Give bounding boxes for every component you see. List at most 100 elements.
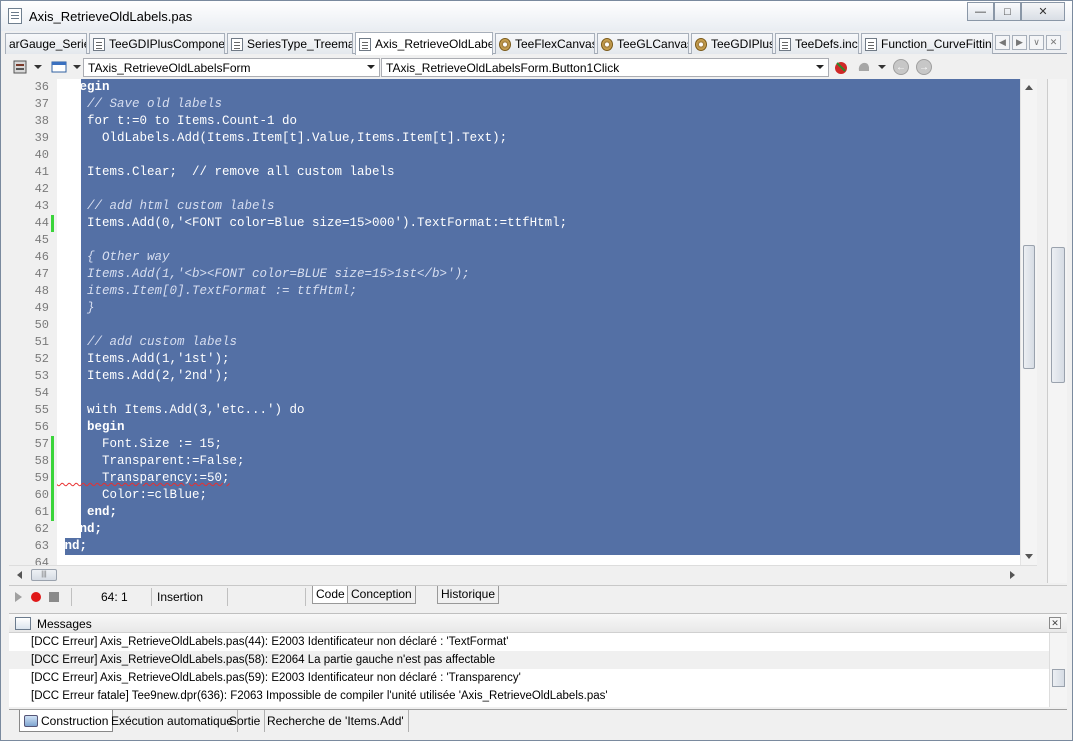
chevron-down-icon[interactable]	[34, 65, 42, 69]
edit-mode: Insertion	[157, 590, 204, 604]
tab-label: Sortie	[229, 714, 261, 728]
message-item[interactable]: [DCC Erreur] Axis_RetrieveOldLabels.pas(…	[9, 669, 1049, 687]
scroll-left-icon[interactable]	[17, 571, 22, 579]
code-line-text: // add html custom labels	[57, 199, 275, 213]
code-line-text: for t:=0 to Items.Count-1 do	[57, 114, 298, 128]
code-toolbar: TAxis_RetrieveOldLabelsForm TAxis_Retrie…	[7, 56, 1067, 78]
chevron-down-icon	[367, 65, 375, 69]
editor-horizontal-scrollbar[interactable]: |||	[9, 565, 1037, 583]
navigate-back-button[interactable]: ←	[893, 59, 909, 75]
line-number: 58	[34, 454, 49, 468]
scrollbar-thumb[interactable]	[1023, 245, 1035, 369]
messages-tab-bar: Construction Exécution automatique Sorti…	[9, 709, 1067, 733]
message-item[interactable]: [DCC Erreur fatale] Tee9new.dpr(636): F2…	[9, 687, 1049, 705]
tab-label: arGauge_Series	[9, 37, 86, 51]
code-line-text: // add custom labels	[57, 335, 238, 349]
tab-execution-automatique[interactable]: Exécution automatique	[107, 710, 239, 732]
tab-axis-retrieveoldlabels[interactable]: Axis_RetrieveOldLabels	[355, 32, 493, 55]
tab-scroll-left-button[interactable]: ◀	[995, 35, 1010, 50]
line-number: 46	[34, 250, 49, 264]
navigate-forward-button[interactable]: →	[916, 59, 932, 75]
code-editor[interactable]: 36 37 38 39 40 41 42 43 44 45 46 47 48 4…	[9, 79, 1037, 565]
message-item[interactable]: [DCC Erreur] Axis_RetrieveOldLabels.pas(…	[9, 633, 1049, 651]
code-line-text: Font.Size := 15;	[57, 437, 223, 451]
divider	[151, 588, 152, 606]
code-line-text: Color:=clBlue;	[57, 488, 208, 502]
tab-scroll-right-button[interactable]: ▶	[1012, 35, 1027, 50]
title-bar: Axis_RetrieveOldLabels.pas — □ ✕	[1, 1, 1072, 31]
tab-label: Axis_RetrieveOldLabels	[375, 37, 493, 51]
code-text-area[interactable]: begin // Save old labels for t:=0 to Ite…	[57, 79, 1020, 565]
tab-seriestype-treemap[interactable]: SeriesType_Treemap	[227, 33, 353, 54]
scrollbar-thumb[interactable]: |||	[31, 569, 57, 581]
code-line: items.Item[0].TextFormat := ttfHtml;	[57, 283, 1020, 300]
code-line: Items.Clear; // remove all custom labels	[57, 164, 1020, 181]
scrollbar-thumb[interactable]	[1052, 669, 1065, 687]
minimize-button[interactable]: —	[967, 2, 994, 21]
code-line-text: Items.Add(2,'2nd');	[57, 369, 230, 383]
chevron-down-icon	[816, 65, 824, 69]
close-button[interactable]: ✕	[1021, 2, 1065, 21]
code-line: OldLabels.Add(Items.Item[t].Value,Items.…	[57, 130, 1020, 147]
tab-historique[interactable]: Historique	[437, 586, 500, 604]
chevron-down-icon[interactable]	[73, 65, 81, 69]
divider	[227, 588, 228, 606]
tab-teedefs-inc[interactable]: TeeDefs.inc	[775, 33, 859, 54]
tab-teegdiplus[interactable]: TeeGDIPlus	[691, 33, 773, 54]
tab-label: Function_CurveFitting	[881, 37, 993, 51]
code-line: Items.Add(1,'<b><FONT color=BLUE size=15…	[57, 266, 1020, 283]
code-line: // add custom labels	[57, 334, 1020, 351]
tab-list-dropdown-button[interactable]: ∨	[1029, 35, 1044, 50]
tab-function-curvefitting[interactable]: Function_CurveFitting	[861, 33, 993, 54]
tab-close-button[interactable]: ✕	[1046, 35, 1061, 50]
line-number: 64	[34, 556, 49, 565]
outer-vertical-scrollbar[interactable]	[1047, 79, 1067, 583]
tab-construction[interactable]: Construction	[19, 710, 114, 732]
tab-sortie[interactable]: Sortie	[225, 710, 266, 732]
tab-teeflexcanvas[interactable]: TeeFlexCanvas	[495, 33, 595, 54]
structure-view-icon[interactable]	[12, 59, 28, 75]
editor-vertical-scrollbar[interactable]	[1020, 79, 1037, 565]
code-line: Items.Add(0,'<FONT color=Blue size=15>00…	[57, 215, 1020, 232]
messages-scrollbar[interactable]	[1049, 633, 1067, 707]
unit-file-icon	[93, 37, 105, 51]
code-line: end;	[57, 521, 1020, 538]
scroll-down-icon[interactable]	[1025, 554, 1033, 559]
scrollbar-thumb[interactable]	[1051, 247, 1065, 383]
tab-code[interactable]: Code	[312, 586, 349, 604]
stop-macro-icon[interactable]	[49, 592, 59, 602]
tab-conception[interactable]: Conception	[347, 586, 416, 604]
record-macro-icon[interactable]	[31, 592, 41, 602]
modified-line-marker	[51, 436, 54, 521]
class-selector[interactable]: TAxis_RetrieveOldLabelsForm	[83, 58, 380, 77]
code-line-text: items.Item[0].TextFormat := ttfHtml;	[57, 284, 358, 298]
method-selector-value: TAxis_RetrieveOldLabelsForm.Button1Click	[386, 61, 620, 75]
ide-window: Axis_RetrieveOldLabels.pas — □ ✕ arGauge…	[0, 0, 1073, 741]
run-component-icon[interactable]	[833, 59, 849, 75]
form-toggle-icon[interactable]	[51, 59, 67, 75]
component-cog-icon	[499, 37, 511, 51]
tab-teegdipluscomponent[interactable]: TeeGDIPlusComponent	[89, 33, 225, 54]
message-item[interactable]: [DCC Erreur] Axis_RetrieveOldLabels.pas(…	[9, 651, 1049, 669]
maximize-button[interactable]: □	[994, 2, 1021, 21]
line-number: 53	[34, 369, 49, 383]
code-line: Items.Add(2,'2nd');	[57, 368, 1020, 385]
scroll-up-icon[interactable]	[1025, 85, 1033, 90]
line-number: 56	[34, 420, 49, 434]
code-line-text: // Save old labels	[57, 97, 223, 111]
code-line: begin	[57, 419, 1020, 436]
play-macro-icon[interactable]	[15, 592, 22, 602]
tab-label: TeeDefs.inc	[795, 37, 858, 51]
method-selector[interactable]: TAxis_RetrieveOldLabelsForm.Button1Click	[381, 58, 829, 77]
line-number: 43	[34, 199, 49, 213]
messages-close-button[interactable]: ✕	[1049, 617, 1061, 629]
code-line-text: Items.Clear; // remove all custom labels	[57, 165, 395, 179]
component-hand-icon[interactable]	[856, 59, 872, 75]
chevron-down-icon[interactable]	[878, 65, 886, 69]
tab-teeglcanvas[interactable]: TeeGLCanvas	[597, 33, 689, 54]
tab-recherche[interactable]: Recherche de 'Items.Add'	[263, 710, 409, 732]
scroll-right-icon[interactable]	[1010, 571, 1015, 579]
line-number: 48	[34, 284, 49, 298]
tab-argauge-series[interactable]: arGauge_Series	[5, 33, 87, 54]
